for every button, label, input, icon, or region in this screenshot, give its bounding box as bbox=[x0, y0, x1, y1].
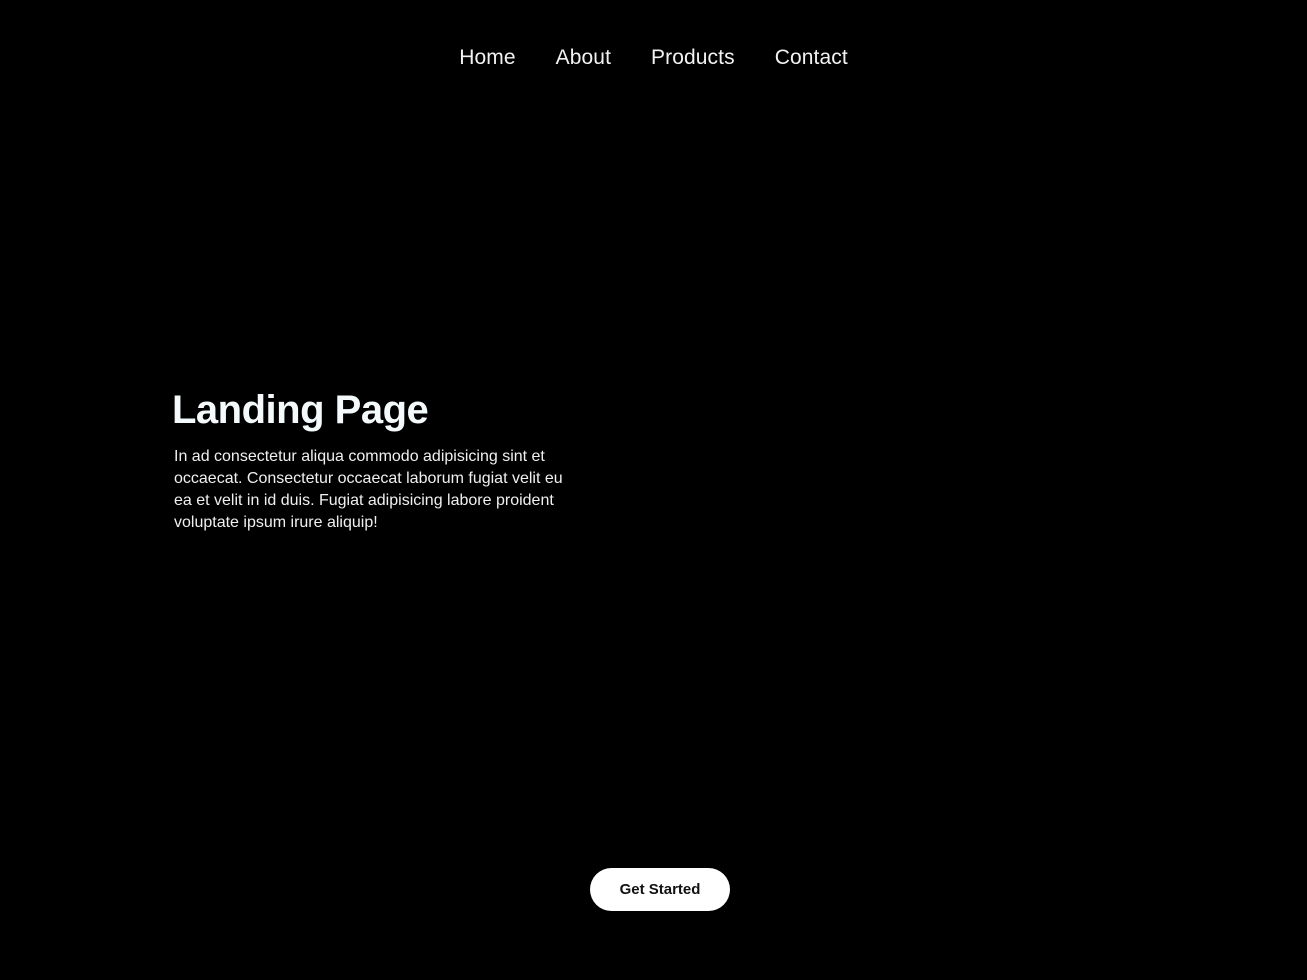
get-started-button[interactable]: Get Started bbox=[590, 868, 730, 911]
nav-products-link[interactable]: Products bbox=[651, 46, 735, 70]
hero-title: Landing Page bbox=[172, 388, 429, 432]
hero-section: Landing Page In ad consectetur aliqua co… bbox=[172, 386, 592, 534]
nav-contact-link[interactable]: Contact bbox=[775, 46, 848, 70]
main-navigation: Home About Products Contact bbox=[0, 46, 1307, 70]
nav-about-link[interactable]: About bbox=[556, 46, 611, 70]
hero-description: In ad consectetur aliqua commodo adipisi… bbox=[174, 448, 563, 531]
nav-home-link[interactable]: Home bbox=[459, 46, 515, 70]
